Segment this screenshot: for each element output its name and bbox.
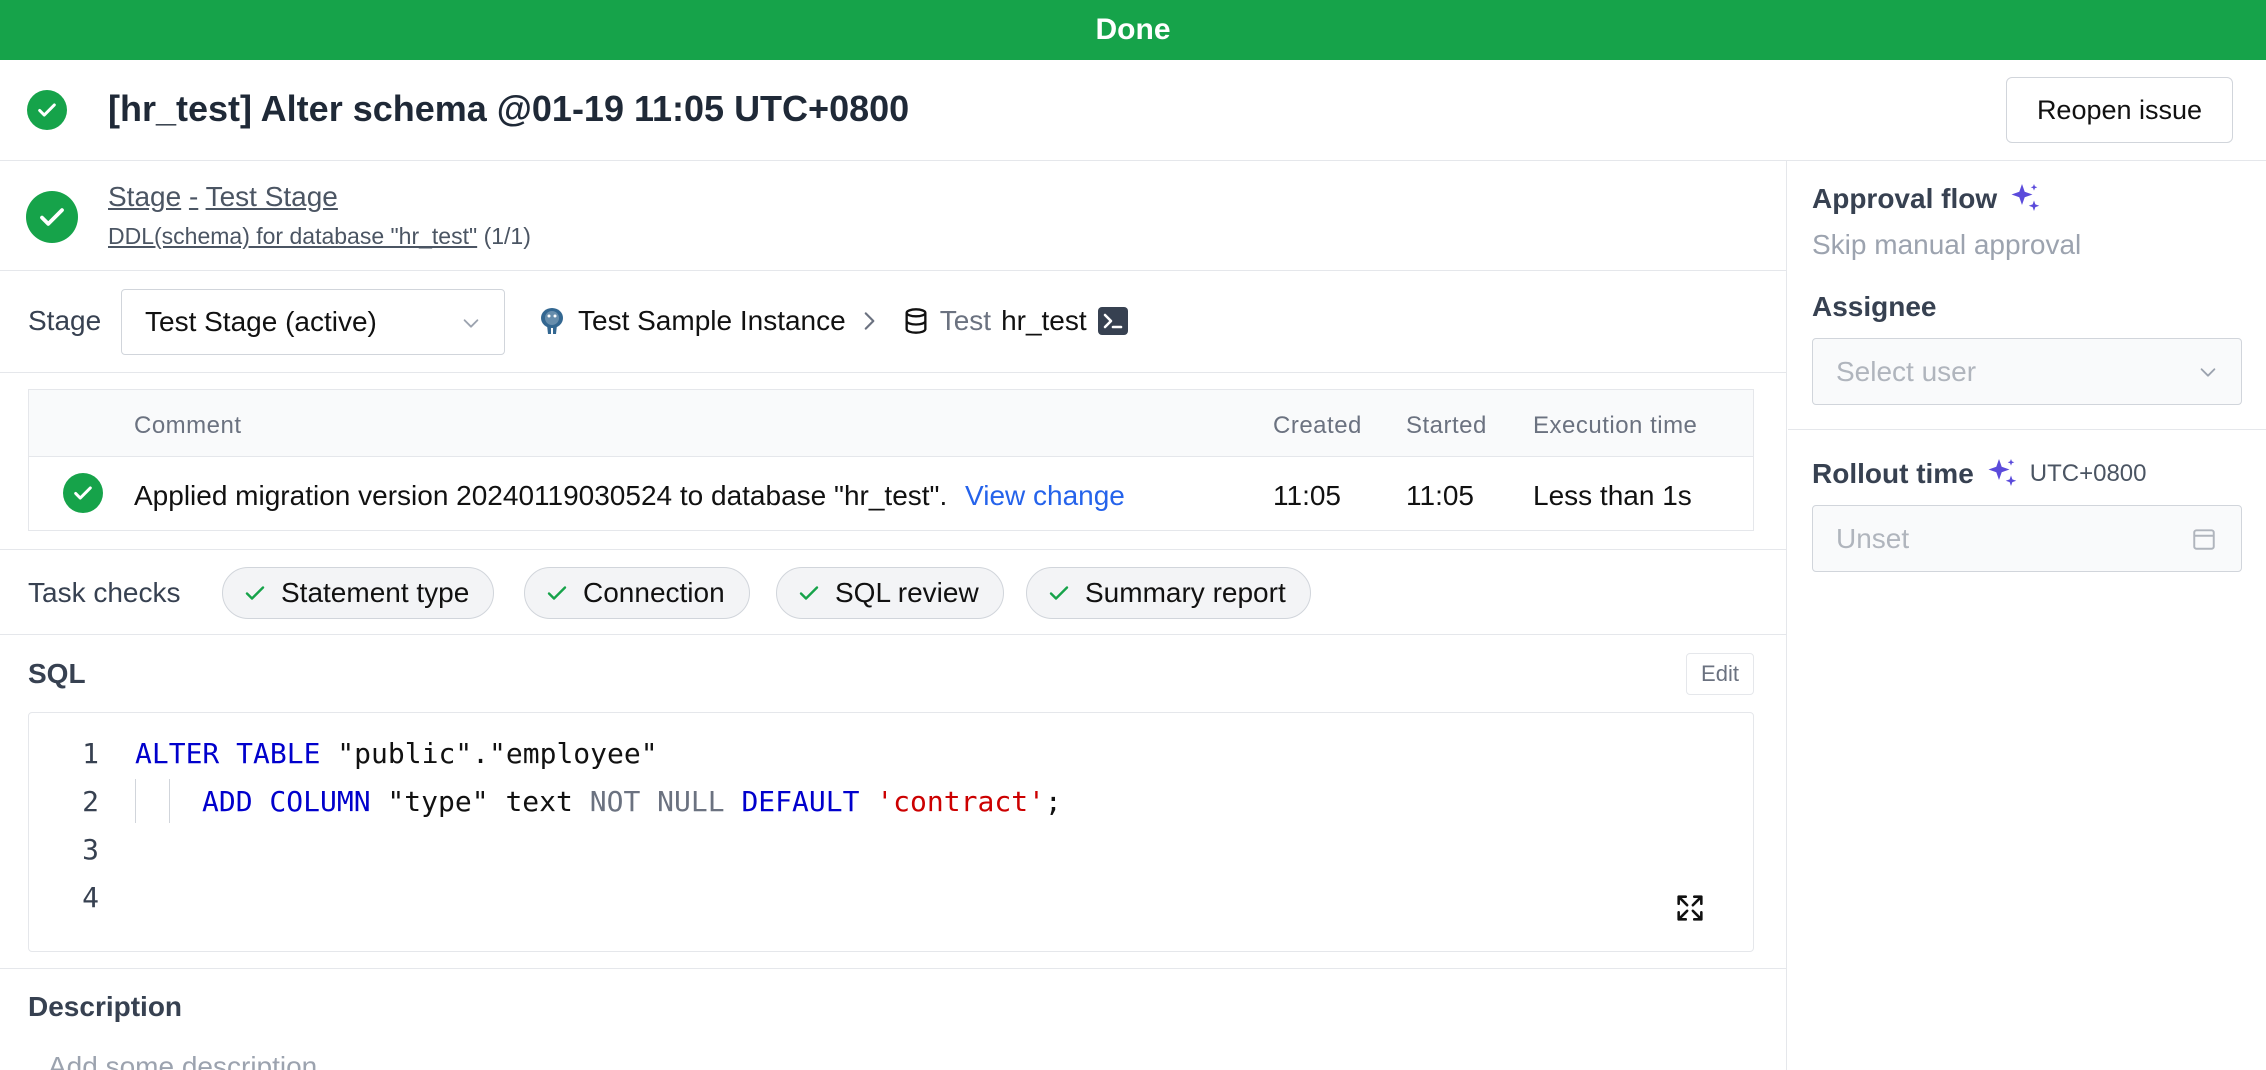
check-chip-label: Connection <box>583 577 725 608</box>
instance-name[interactable]: Test Sample Instance <box>578 305 846 337</box>
assignee-placeholder: Select user <box>1836 355 1977 387</box>
line-number: 1 <box>82 737 99 770</box>
run-comment-text: Applied migration version 20240119030524… <box>134 480 948 511</box>
check-chip-summary-report[interactable]: Summary report <box>1026 567 1311 619</box>
column-execution-time: Execution time <box>1533 412 1698 439</box>
check-icon <box>547 586 567 600</box>
instance-path: Test Sample Instance Test hr_test <box>536 291 1129 351</box>
line-number: 2 <box>82 785 99 818</box>
check-icon <box>799 586 819 600</box>
check-chip-statement-type[interactable]: Statement type <box>222 567 495 619</box>
column-started: Started <box>1406 412 1487 439</box>
check-chip-connection[interactable]: Connection <box>524 567 750 619</box>
view-change-link[interactable]: View change <box>965 480 1125 511</box>
line-number: 3 <box>82 833 99 866</box>
status-banner-text: Done <box>1095 13 1171 46</box>
edit-sql-button[interactable]: Edit <box>1686 653 1754 695</box>
rollout-time-picker[interactable]: Unset <box>1812 505 2242 572</box>
sql-keyword-default: DEFAULT <box>741 785 860 818</box>
sql-space <box>859 785 876 818</box>
environment-name: Test <box>939 305 992 336</box>
database-icon <box>905 308 927 334</box>
sql-keyword: ADD COLUMN <box>202 785 371 818</box>
approval-flow-value: Skip manual approval <box>1812 229 2082 260</box>
rollout-time-title: Rollout time UTC+0800 <box>1812 456 2147 492</box>
issue-title[interactable]: [hr_test] Alter schema @01-19 11:05 UTC+… <box>108 88 909 130</box>
divider <box>0 968 1787 969</box>
main-panel: Stage - Test Stage DDL(schema) for datab… <box>0 161 1787 1070</box>
stage-breadcrumb: Stage - Test Stage <box>108 181 338 213</box>
sql-string: 'contract' <box>876 785 1045 818</box>
rollout-time-label: Rollout time <box>1812 458 1974 489</box>
run-success-icon <box>63 473 103 513</box>
code-line-1: ALTER TABLE "public"."employee" <box>135 737 658 770</box>
run-comment: Applied migration version 20240119030524… <box>134 480 1125 512</box>
divider <box>1788 429 2266 430</box>
task-count: (1/1) <box>483 223 531 249</box>
stage-summary: Stage - Test Stage DDL(schema) for datab… <box>0 161 1787 271</box>
run-started: 11:05 <box>1406 480 1474 511</box>
sql-editor[interactable]: 1 2 3 4 ALTER TABLE "public"."employee" … <box>28 712 1754 952</box>
sql-text: "public"."employee" <box>320 737 658 770</box>
stage-select-value: Test Stage (active) <box>145 306 377 337</box>
indent-guide <box>169 779 170 823</box>
stage-task-line: DDL(schema) for database "hr_test" (1/1) <box>108 223 531 250</box>
check-chip-label: Statement type <box>281 577 470 608</box>
stage-select[interactable]: Test Stage (active) <box>121 289 505 355</box>
check-icon <box>1049 586 1069 600</box>
calendar-icon <box>2193 529 2215 550</box>
task-run-table: Comment Created Started Execution time A… <box>28 389 1754 531</box>
postgresql-icon <box>541 308 563 334</box>
column-comment: Comment <box>134 412 242 439</box>
column-created: Created <box>1273 412 1362 439</box>
sparkles-icon[interactable] <box>1984 456 2020 492</box>
description-title: Description <box>28 991 183 1022</box>
status-banner: Done <box>0 0 2266 60</box>
check-icon <box>245 586 265 600</box>
terminal-icon[interactable] <box>1097 306 1129 336</box>
run-created: 11:05 <box>1273 480 1341 511</box>
sql-semicolon: ; <box>1044 785 1062 818</box>
approval-flow-title: Approval flow <box>1812 181 2043 217</box>
sql-keyword-not-null: NOT NULL <box>589 785 725 818</box>
description-input[interactable]: Add some description... <box>48 1051 341 1070</box>
run-execution-time: Less than 1s <box>1533 480 1692 511</box>
task-checks-label: Task checks <box>28 577 181 608</box>
expand-icon[interactable] <box>1673 891 1707 925</box>
check-chip-label: Summary report <box>1085 577 1286 608</box>
chevron-right-icon <box>864 312 875 330</box>
task-link[interactable]: DDL(schema) for database "hr_test" <box>108 223 477 249</box>
code-line-2: ADD COLUMN "type" text NOT NULL DEFAULT … <box>202 785 1062 818</box>
line-number: 4 <box>82 881 99 914</box>
stage-separator: - <box>188 181 199 212</box>
database-name[interactable]: hr_test <box>1001 305 1087 337</box>
chevron-down-icon <box>463 319 479 328</box>
assignee-title: Assignee <box>1812 291 1937 322</box>
stage-name-link[interactable]: Test Stage <box>206 181 338 212</box>
stage-selector-label: Stage <box>28 305 102 336</box>
rollout-timezone: UTC+0800 <box>2029 460 2147 487</box>
rollout-time-placeholder: Unset <box>1836 522 1910 554</box>
check-chip-label: SQL review <box>835 577 979 608</box>
indent-guide <box>135 779 136 823</box>
task-checks-row: Task checks Statement type Connection SQ… <box>0 549 1787 635</box>
approval-flow-label: Approval flow <box>1812 183 1998 214</box>
reopen-issue-button[interactable]: Reopen issue <box>2006 77 2233 143</box>
issue-sidebar: Approval flow Skip manual approval Assig… <box>1788 161 2266 1070</box>
sql-space <box>725 785 742 818</box>
table-header: Comment Created Started Execution time <box>29 390 1753 457</box>
sql-text: "type" text <box>370 785 590 818</box>
sparkles-icon[interactable] <box>2007 181 2043 217</box>
chevron-down-icon <box>2200 368 2216 377</box>
sql-section-title: SQL <box>28 658 86 689</box>
assignee-select[interactable]: Select user <box>1812 338 2242 405</box>
issue-header: [hr_test] Alter schema @01-19 11:05 UTC+… <box>0 60 2266 161</box>
check-chip-sql-review[interactable]: SQL review <box>776 567 1004 619</box>
stage-prefix-link[interactable]: Stage <box>108 181 181 212</box>
stage-selector-row: Stage Test Stage (active) Test Sample In… <box>0 271 1787 373</box>
issue-done-icon <box>27 90 67 130</box>
stage-done-icon <box>26 191 78 243</box>
sql-keyword: ALTER TABLE <box>135 737 321 770</box>
